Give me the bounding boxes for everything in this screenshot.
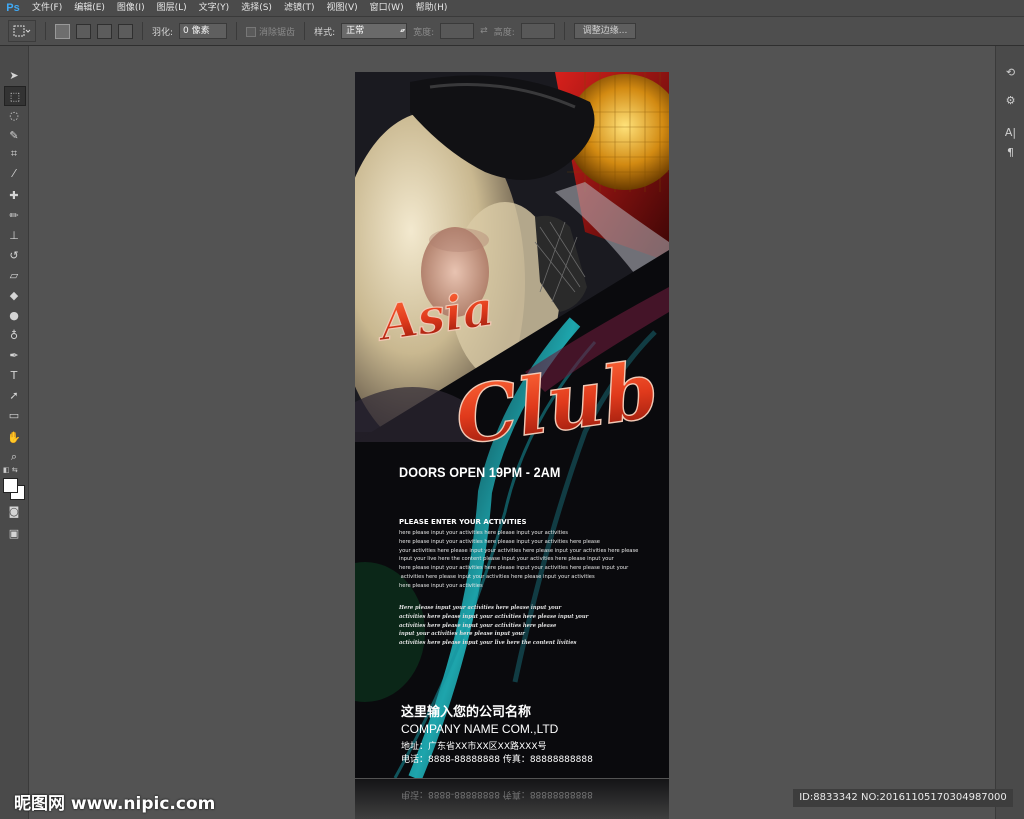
move-tool-icon[interactable]: ➤	[4, 66, 24, 84]
reflection-phone: 电话：8888-88888888 传真：88888888888	[401, 789, 593, 799]
menu-type[interactable]: 文字(Y)	[193, 0, 236, 16]
paint-bucket-tool-icon[interactable]: ◆	[4, 286, 24, 304]
menu-image[interactable]: 图像(I)	[111, 0, 151, 16]
properties-panel-icon[interactable]: ⚙	[1001, 92, 1020, 109]
pen-tool-icon[interactable]: ✒	[4, 346, 24, 364]
height-label: 高度:	[493, 27, 515, 38]
doors-open-text: DOORS OPEN 19PM - 2AM	[399, 464, 561, 480]
image-id-watermark: ID:8833342 NO:20161105170304987000	[793, 789, 1013, 807]
activities-body-italic: Here please input your activities here p…	[399, 605, 589, 647]
menu-window[interactable]: 窗口(W)	[364, 0, 410, 16]
menu-bar: Ps 文件(F) 编辑(E) 图像(I) 图层(L) 文字(Y) 选择(S) 滤…	[0, 0, 1024, 17]
history-brush-tool-icon[interactable]: ↺	[4, 246, 24, 264]
menu-select[interactable]: 选择(S)	[235, 0, 278, 16]
dodge-tool-icon[interactable]: ♁	[4, 326, 24, 344]
quick-select-tool-icon[interactable]: ✎	[4, 126, 24, 144]
menu-view[interactable]: 视图(V)	[320, 0, 363, 16]
new-selection-button[interactable]	[55, 23, 70, 39]
screen-mode-icon[interactable]: ▣	[4, 524, 24, 542]
tool-preset-picker[interactable]	[8, 20, 36, 42]
width-label: 宽度:	[413, 27, 435, 38]
clone-stamp-tool-icon[interactable]: ⊥	[4, 226, 24, 244]
refine-edge-button[interactable]: 调整边缘...	[573, 23, 637, 39]
activities-title: PLEASE ENTER YOUR ACTIVITIES	[399, 518, 527, 526]
eraser-tool-icon[interactable]: ▱	[4, 266, 24, 284]
title-asia: Asia	[373, 281, 497, 353]
tools-panel: ➤ ⬚ ◌ ✎ ⌗ ⁄ ✚ ✏ ⊥ ↺ ▱ ◆ ● ♁ ✒ T ➚ ▭ ✋ ⌕ …	[0, 46, 29, 819]
marquee-tool-icon[interactable]: ⬚	[4, 86, 26, 106]
marquee-preset-icon	[13, 25, 31, 37]
company-name-en: COMPANY NAME COM.,LTD	[401, 722, 559, 736]
activities-body: here please input your activities here p…	[399, 530, 639, 589]
style-label: 样式:	[314, 27, 336, 38]
company-address: 地址：广东省XX市XX区XX路XXX号	[401, 742, 547, 752]
company-phone: 电话：8888-88888888 传真：88888888888	[401, 755, 593, 765]
swap-icon[interactable]: ⇄	[480, 26, 488, 36]
blur-tool-icon[interactable]: ●	[4, 306, 24, 324]
character-panel-icon[interactable]: A|	[1001, 124, 1020, 141]
hand-tool-icon[interactable]: ✋	[4, 428, 24, 446]
height-input[interactable]	[520, 23, 555, 39]
menu-layer[interactable]: 图层(L)	[151, 0, 193, 16]
menu-file[interactable]: 文件(F)	[26, 0, 68, 16]
width-input[interactable]	[440, 23, 475, 39]
photoshop-logo: Ps	[6, 2, 20, 14]
document-canvas[interactable]: Asia Club DOORS OPEN 19PM - 2AM PLEASE E…	[355, 72, 669, 778]
site-watermark: 昵图网 www.nipic.com	[14, 794, 216, 814]
brush-tool-icon[interactable]: ✏	[4, 206, 24, 224]
crop-tool-icon[interactable]: ⌗	[4, 145, 24, 163]
type-tool-icon[interactable]: T	[4, 366, 24, 384]
shape-tool-icon[interactable]: ▭	[4, 406, 24, 424]
menu-help[interactable]: 帮助(H)	[410, 0, 454, 16]
quick-mask-icon[interactable]: ◙	[4, 502, 24, 520]
foreground-color-swatch[interactable]	[3, 478, 18, 493]
canvas-reflection: 电话：8888-88888888 传真：88888888888	[355, 779, 669, 819]
checkbox-box	[246, 27, 257, 37]
feather-input[interactable]: 0 像素	[179, 23, 228, 39]
menu-edit[interactable]: 编辑(E)	[68, 0, 111, 16]
antialias-label: 消除锯齿	[259, 27, 296, 38]
zoom-tool-icon[interactable]: ⌕	[4, 448, 24, 466]
menu-filter[interactable]: 滤镜(T)	[278, 0, 321, 16]
subtract-selection-button[interactable]	[97, 23, 112, 39]
path-select-tool-icon[interactable]: ➚	[4, 386, 24, 404]
divider	[45, 22, 46, 40]
poster-title: Asia Club	[372, 280, 664, 463]
history-panel-icon[interactable]: ⟲	[1001, 64, 1020, 81]
intersect-selection-button[interactable]	[118, 23, 133, 39]
options-bar: 羽化: 0 像素 消除锯齿 样式: 正常 宽度: ⇄ 高度: 调整边缘...	[0, 17, 1024, 46]
divider	[142, 22, 143, 40]
paragraph-panel-icon[interactable]: ¶	[1001, 144, 1020, 161]
healing-brush-tool-icon[interactable]: ✚	[4, 186, 24, 204]
lasso-tool-icon[interactable]: ◌	[4, 106, 24, 124]
eyedropper-tool-icon[interactable]: ⁄	[4, 164, 24, 182]
feather-label: 羽化:	[152, 27, 174, 38]
divider	[563, 22, 565, 40]
default-colors-icon[interactable]: ◧ ⇆	[3, 466, 18, 474]
style-select[interactable]: 正常	[341, 23, 408, 39]
divider	[304, 22, 306, 40]
add-selection-button[interactable]	[76, 23, 91, 39]
panel-dock: ⟲ ⚙ A| ¶	[995, 46, 1024, 819]
divider	[236, 22, 238, 40]
company-name-cn: 这里输入您的公司名称	[401, 705, 532, 720]
title-club: Club	[450, 344, 664, 462]
antialias-checkbox[interactable]: 消除锯齿	[246, 25, 295, 38]
